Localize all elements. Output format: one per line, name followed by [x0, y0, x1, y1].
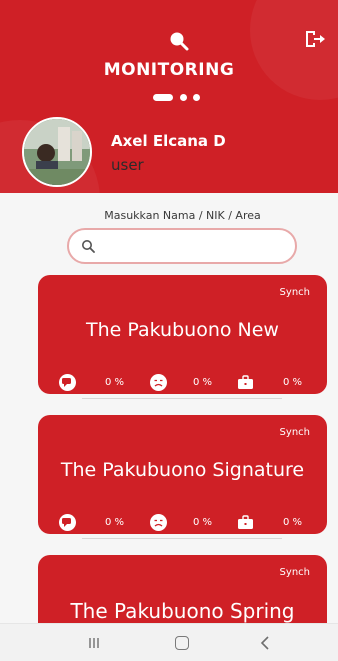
stat-value: 0 % [193, 517, 213, 528]
search-label: Masukkan Nama / NIK / Area [104, 209, 261, 222]
search-input[interactable] [103, 236, 283, 256]
search-icon[interactable] [168, 30, 190, 52]
system-navbar [0, 623, 338, 661]
stat-value: 0 % [283, 377, 303, 388]
project-card[interactable]: Synch The Pakubuono Signature 0 % 0 % 0 … [38, 415, 327, 534]
project-name: The Pakubuono Spring [70, 599, 295, 623]
divider [82, 538, 282, 539]
recents-icon[interactable] [88, 637, 100, 649]
briefcase-icon [238, 515, 253, 529]
avatar[interactable] [22, 117, 92, 187]
page-indicator-dot[interactable] [193, 94, 200, 101]
search-box[interactable] [67, 228, 297, 264]
project-card[interactable]: Synch The Pakubuono Spring [38, 555, 327, 623]
logout-icon[interactable] [304, 29, 326, 49]
synch-button[interactable]: Synch [280, 427, 310, 438]
stat-value: 0 % [283, 517, 303, 528]
divider [82, 398, 282, 399]
header-decoration [250, 0, 338, 100]
user-name: Axel Elcana D [111, 132, 226, 150]
page-title: MONITORING [103, 60, 235, 80]
stat-value: 0 % [105, 377, 125, 388]
stat-value: 0 % [105, 517, 125, 528]
back-icon[interactable] [260, 635, 270, 651]
synch-button[interactable]: Synch [280, 567, 310, 578]
page-indicator-active [153, 94, 173, 101]
project-name: The Pakubuono New [86, 319, 279, 341]
home-icon[interactable] [175, 636, 189, 650]
synch-button[interactable]: Synch [280, 287, 310, 298]
project-stats: 0 % 0 % 0 % [38, 374, 327, 394]
page-indicator [153, 94, 213, 104]
page-indicator-dot[interactable] [180, 94, 187, 101]
briefcase-icon [238, 375, 253, 389]
project-stats: 0 % 0 % 0 % [38, 514, 327, 534]
sad-face-icon [150, 514, 167, 531]
stat-value: 0 % [193, 377, 213, 388]
user-role: user [111, 156, 144, 174]
sad-face-icon [150, 374, 167, 391]
speech-bubble-icon [59, 374, 76, 391]
speech-bubble-icon [59, 514, 76, 531]
project-card[interactable]: Synch The Pakubuono New 0 % 0 % 0 % [38, 275, 327, 394]
search-icon [82, 240, 95, 253]
project-name: The Pakubuono Signature [60, 459, 305, 481]
